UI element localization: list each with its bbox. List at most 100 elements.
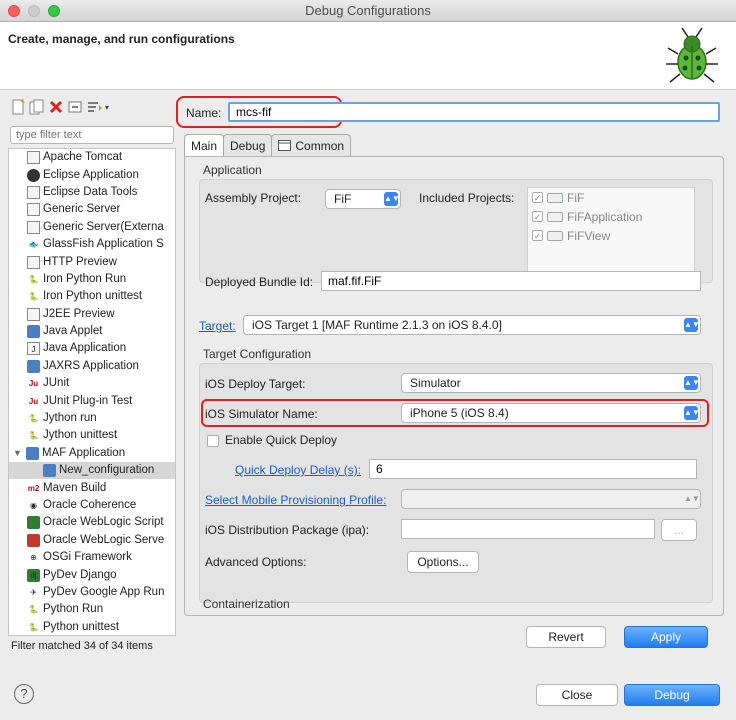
tree-item[interactable]: 🐟 GlassFish Application S (9, 236, 175, 253)
tree-item[interactable]: Apache Tomcat (9, 149, 175, 166)
tree-item[interactable]: HTTP Preview (9, 253, 175, 270)
provisioning-profile-link[interactable]: Select Mobile Provisioning Profile: (205, 493, 386, 507)
tab-common[interactable]: Common (271, 134, 352, 156)
tree-item[interactable]: Generic Server(Externa (9, 219, 175, 236)
tree-item-label: Generic Server(Externa (43, 220, 164, 233)
tree-item[interactable]: Eclipse Data Tools (9, 184, 175, 201)
tree-item[interactable]: JAXRS Application (9, 358, 175, 375)
coherence-icon: ◉ (30, 501, 37, 510)
filter-input[interactable] (10, 126, 174, 144)
tree-item[interactable]: Oracle WebLogic Serve (9, 532, 175, 549)
document-icon (27, 203, 40, 217)
google-app-icon: ✈ (30, 587, 37, 597)
duplicate-icon[interactable] (29, 99, 45, 115)
window-title: Debug Configurations (305, 3, 431, 18)
filter-status: Filter matched 34 of 34 items (11, 640, 153, 652)
deploy-target-select[interactable]: Simulator ▲▼ (401, 373, 701, 393)
tree-item[interactable]: 🐍 Jython unittest (9, 427, 175, 444)
bundle-id-input[interactable] (321, 271, 701, 291)
chevron-updown-icon: ▲▼ (684, 494, 700, 503)
checkbox-icon: ✓ (532, 211, 543, 222)
list-item[interactable]: ✓ FiFView (528, 226, 694, 245)
tab-main[interactable]: Main (184, 134, 225, 156)
maf-icon (26, 446, 39, 460)
simulator-name-select[interactable]: iPhone 5 (iOS 8.4) ▲▼ (401, 403, 701, 423)
folder-icon (547, 211, 563, 222)
included-projects-label: Included Projects: (419, 191, 515, 205)
bundle-id-label: Deployed Bundle Id: (205, 275, 314, 289)
jaxrs-icon (27, 359, 40, 373)
tree-item-label: Oracle WebLogic Script (43, 516, 164, 529)
tree-item[interactable]: J2EE Preview (9, 306, 175, 323)
filter-icon[interactable] (86, 99, 102, 115)
maximize-window-button[interactable] (48, 5, 60, 17)
close-window-button[interactable] (8, 5, 20, 17)
tree-item[interactable]: Ju JUnit (9, 375, 175, 392)
tree-item[interactable]: Eclipse Application (9, 166, 175, 183)
options-button[interactable]: Options... (407, 551, 479, 573)
tree-item[interactable]: Oracle WebLogic Script (9, 514, 175, 531)
target-configuration-header: Target Configuration (203, 347, 312, 361)
document-icon (27, 307, 40, 321)
tree-item[interactable]: ▼ MAF Application (9, 445, 175, 462)
quick-deploy-delay-input[interactable] (369, 459, 697, 479)
help-icon[interactable]: ? (14, 684, 34, 704)
tree-item[interactable]: 🐍 Iron Python Run (9, 271, 175, 288)
name-input[interactable] (228, 102, 720, 122)
ipa-browse-button[interactable]: ... (661, 519, 697, 541)
tree-item-label: Jython run (43, 412, 97, 425)
collapse-all-icon[interactable] (67, 99, 83, 115)
junit-icon: Ju (28, 396, 39, 406)
tree-item[interactable]: J Java Application (9, 340, 175, 357)
configuration-tree: Apache Tomcat Eclipse Application Eclipse … (8, 148, 176, 636)
tree-item[interactable]: Java Applet (9, 323, 175, 340)
java-icon: J (27, 342, 40, 356)
debug-button[interactable]: Debug (624, 684, 720, 706)
document-icon (27, 151, 40, 165)
tree-item-label: Jython unittest (43, 429, 118, 442)
list-item[interactable]: ✓ FiF (528, 188, 694, 207)
tree-item[interactable]: Generic Server (9, 201, 175, 218)
target-link[interactable]: Target: (199, 319, 236, 333)
enable-quick-deploy-checkbox[interactable] (207, 435, 219, 447)
apply-button[interactable]: Apply (624, 626, 708, 648)
list-item[interactable]: ✓ FiFApplication (528, 207, 694, 226)
tree-item-label: JUnit (43, 377, 70, 390)
delete-icon[interactable] (48, 99, 64, 115)
expand-triangle-icon[interactable]: ▼ (13, 445, 23, 462)
revert-button[interactable]: Revert (526, 626, 606, 648)
tab-debug[interactable]: Debug (223, 134, 273, 156)
main-tab-content: Application Assembly Project: FiF ▲▼ Inc… (184, 156, 724, 616)
minimize-window-button[interactable] (28, 5, 40, 17)
close-button[interactable]: Close (536, 684, 618, 706)
assembly-project-select[interactable]: FiF ▲▼ (325, 189, 401, 209)
tree-item-label: Java Application (43, 342, 127, 355)
chevron-updown-icon: ▲▼ (684, 318, 700, 332)
tree-item[interactable]: ⊕ OSGi Framework (9, 549, 175, 566)
document-icon (27, 185, 40, 199)
tree-item-label: New_configuration (59, 464, 155, 477)
title-bar: Debug Configurations (0, 0, 736, 22)
header-banner: Create, manage, and run configurations (0, 22, 736, 90)
tree-item[interactable]: Ju JUnit Plug-in Test (9, 392, 175, 409)
configuration-list-panel: ▾ Apache Tomcat Eclipse Application Eclips… (8, 96, 176, 660)
tree-item[interactable]: New_configuration (9, 462, 175, 480)
quick-deploy-delay-link[interactable]: Quick Deploy Delay (s): (235, 463, 361, 477)
osgi-icon: ⊕ (30, 553, 37, 563)
tree-item-label: J2EE Preview (43, 307, 115, 320)
tree-item[interactable]: 🐍 Iron Python unittest (9, 288, 175, 305)
tree-item[interactable]: 🐍 Python unittest (9, 619, 175, 635)
tree-item[interactable]: ◉ Oracle Coherence (9, 497, 175, 514)
tree-item-label: Maven Build (43, 481, 107, 494)
new-configuration-icon[interactable] (10, 99, 26, 115)
tree-item[interactable]: m2 Maven Build (9, 479, 175, 496)
provisioning-profile-select[interactable]: ▲▼ (401, 489, 701, 509)
tree-item[interactable]: ✈ PyDev Google App Run (9, 584, 175, 601)
tree-item[interactable]: 🐍 Python Run (9, 601, 175, 618)
tree-item[interactable]: dj PyDev Django (9, 566, 175, 583)
target-select[interactable]: iOS Target 1 [MAF Runtime 2.1.3 on iOS 8… (243, 315, 701, 335)
tree-item[interactable]: 🐍 Jython run (9, 410, 175, 427)
ipa-input[interactable] (401, 519, 655, 539)
quick-deploy-label: Enable Quick Deploy (225, 433, 338, 447)
chevron-down-icon[interactable]: ▾ (105, 103, 109, 112)
